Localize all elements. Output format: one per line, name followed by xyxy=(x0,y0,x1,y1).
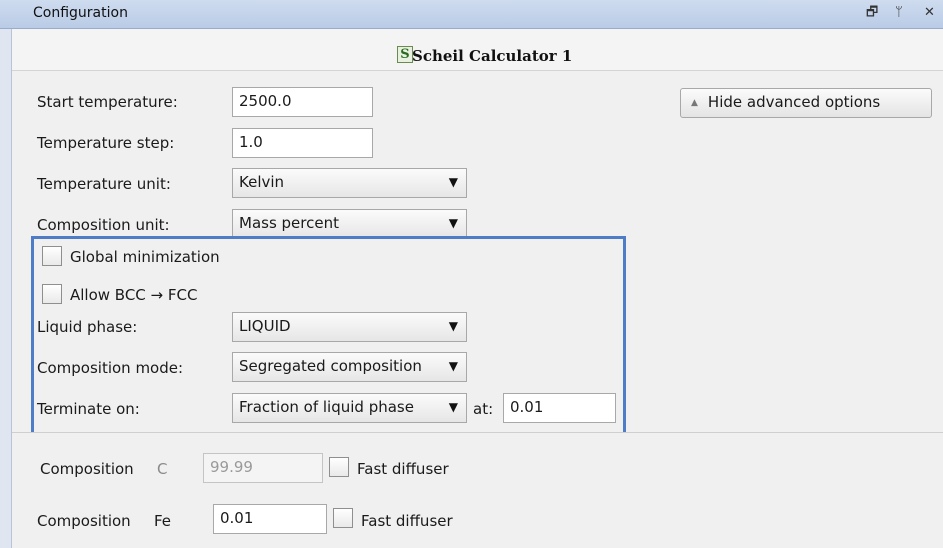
start-temperature-label: Start temperature: xyxy=(37,93,178,111)
restore-icon[interactable]: 🗗 xyxy=(866,5,878,21)
temperature-unit-value: Kelvin xyxy=(239,173,285,191)
start-temperature-input[interactable]: 2500.0 xyxy=(232,87,373,117)
terminate-at-input[interactable]: 0.01 xyxy=(503,393,616,423)
chevron-down-icon: ▼ xyxy=(448,216,458,230)
composition-fe-fast-diffuser-checkbox[interactable] xyxy=(333,508,353,528)
close-icon[interactable]: ✕ xyxy=(924,5,935,21)
chevron-down-icon: ▼ xyxy=(448,319,458,333)
chevron-down-icon: ▼ xyxy=(448,175,458,189)
window-title: Configuration xyxy=(33,5,128,21)
composition-c-fast-diffuser-checkbox[interactable] xyxy=(329,457,349,477)
chevron-down-icon: ▼ xyxy=(448,400,458,414)
allow-bcc-fcc-label: Allow BCC → FCC xyxy=(70,286,198,304)
global-minimization-label: Global minimization xyxy=(70,248,220,266)
liquid-phase-label: Liquid phase: xyxy=(37,318,138,336)
composition-fe-input[interactable]: 0.01 xyxy=(213,504,327,534)
composition-fe-label: Composition xyxy=(37,512,131,530)
terminate-on-label: Terminate on: xyxy=(37,400,140,418)
composition-c-fast-diffuser-label: Fast diffuser xyxy=(357,460,449,478)
calculator-header: S Scheil Calculator 1 xyxy=(12,29,943,71)
composition-c-input[interactable]: 99.99 xyxy=(203,453,323,483)
terminate-on-select[interactable]: Fraction of liquid phase ▼ xyxy=(232,393,467,423)
global-minimization-checkbox[interactable] xyxy=(42,246,62,266)
allow-bcc-fcc-checkbox[interactable] xyxy=(42,284,62,304)
composition-c-label: Composition xyxy=(40,460,134,478)
liquid-phase-value: LIQUID xyxy=(239,317,291,335)
composition-unit-select[interactable]: Mass percent ▼ xyxy=(232,209,467,239)
calculator-title: Scheil Calculator 1 xyxy=(412,47,573,65)
chevron-down-icon: ▼ xyxy=(448,359,458,373)
collapse-triangle-icon: ▲ xyxy=(691,98,698,108)
pin-icon[interactable]: ᛘ xyxy=(895,5,903,21)
composition-unit-value: Mass percent xyxy=(239,214,339,232)
composition-mode-select[interactable]: Segregated composition ▼ xyxy=(232,352,467,382)
composition-c-element: C xyxy=(157,460,168,478)
window-titlebar: Configuration 🗗 ᛘ ✕ xyxy=(0,0,943,29)
composition-panel xyxy=(12,432,943,548)
composition-fe-fast-diffuser-label: Fast diffuser xyxy=(361,512,453,530)
left-edge-strip xyxy=(0,29,12,548)
temperature-unit-select[interactable]: Kelvin ▼ xyxy=(232,168,467,198)
scheil-icon: S xyxy=(397,46,413,63)
terminate-on-value: Fraction of liquid phase xyxy=(239,398,414,416)
composition-mode-label: Composition mode: xyxy=(37,359,184,377)
hide-advanced-options-label: Hide advanced options xyxy=(707,93,881,111)
temperature-unit-label: Temperature unit: xyxy=(37,175,171,193)
composition-fe-element: Fe xyxy=(154,512,172,530)
liquid-phase-select[interactable]: LIQUID ▼ xyxy=(232,312,467,342)
temperature-step-label: Temperature step: xyxy=(37,134,175,152)
hide-advanced-options-button[interactable]: ▲ Hide advanced options xyxy=(680,88,932,118)
terminate-at-label: at: xyxy=(473,400,494,418)
composition-mode-value: Segregated composition xyxy=(239,357,422,375)
composition-unit-label: Composition unit: xyxy=(37,216,170,234)
temperature-step-input[interactable]: 1.0 xyxy=(232,128,373,158)
